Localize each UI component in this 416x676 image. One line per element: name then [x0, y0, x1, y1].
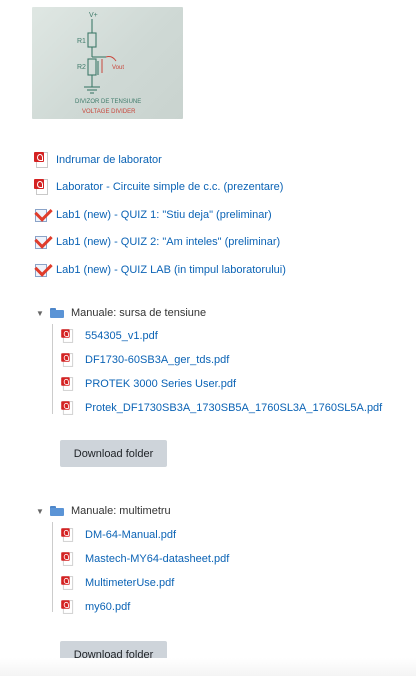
- activity-link[interactable]: Laborator - Circuite simple de c.c. (pre…: [56, 181, 283, 193]
- pdf-icon: [34, 179, 50, 195]
- pdf-icon: [61, 401, 75, 415]
- voltage-divider-sketch: V+ R1 R2 Vout DIVIZOR DE TENSIUNE VOLTAG…: [75, 12, 141, 115]
- folder-icon: [50, 506, 64, 516]
- activity-indrumar[interactable]: Indrumar de laborator: [34, 150, 162, 170]
- voltage-divider-text: VOLTAGE DIVIDER: [82, 109, 136, 115]
- file-link[interactable]: MultimeterUse.pdf: [85, 577, 174, 589]
- pdf-icon: [61, 552, 75, 566]
- activity-quiz-lab[interactable]: Lab1 (new) - QUIZ LAB (in timpul laborat…: [34, 258, 286, 280]
- file-item[interactable]: 554305_v1.pdf: [60, 328, 158, 344]
- collapse-triangle-icon[interactable]: ▼: [36, 507, 46, 516]
- folder-name: Manuale: multimetru: [71, 505, 171, 517]
- activity-link[interactable]: Indrumar de laborator: [56, 154, 162, 166]
- voltage-divider-image: V+ R1 R2 Vout DIVIZOR DE TENSIUNE VOLTAG…: [32, 7, 183, 119]
- tree-line: [52, 324, 53, 414]
- file-item[interactable]: DF1730-60SB3A_ger_tds.pdf: [60, 352, 229, 368]
- folder-icon: [50, 308, 64, 318]
- collapse-triangle-icon[interactable]: ▼: [36, 309, 46, 318]
- file-item[interactable]: my60.pdf: [60, 599, 130, 615]
- activity-link[interactable]: Lab1 (new) - QUIZ 1: "Stiu deja" (prelim…: [56, 209, 272, 221]
- tree-line: [52, 522, 53, 612]
- pdf-icon: [61, 576, 75, 590]
- quiz-icon: [34, 258, 53, 278]
- page-bottom-fade: [0, 658, 416, 676]
- pdf-icon: [61, 528, 75, 542]
- r2-text: R2: [77, 64, 86, 71]
- folder-multimetru[interactable]: ▼ Manuale: multimetru: [36, 503, 171, 519]
- pdf-icon: [61, 377, 75, 391]
- vplus-text: V+: [89, 12, 98, 19]
- file-link[interactable]: DM-64-Manual.pdf: [85, 529, 176, 541]
- activity-link[interactable]: Lab1 (new) - QUIZ LAB (in timpul laborat…: [56, 264, 286, 276]
- folder-name: Manuale: sursa de tensiune: [71, 307, 207, 319]
- quiz-icon: [34, 203, 53, 223]
- divizor-text: DIVIZOR DE TENSIUNE: [75, 99, 141, 105]
- activity-laborator[interactable]: Laborator - Circuite simple de c.c. (pre…: [34, 177, 283, 197]
- folder-sursa-de-tensiune[interactable]: ▼ Manuale: sursa de tensiune: [36, 305, 206, 321]
- activity-link[interactable]: Lab1 (new) - QUIZ 2: "Am inteles" (preli…: [56, 236, 280, 248]
- file-item[interactable]: MultimeterUse.pdf: [60, 575, 174, 591]
- download-folder-button[interactable]: Download folder: [60, 440, 167, 467]
- vout-text: Vout: [112, 65, 124, 71]
- file-item[interactable]: Protek_DF1730SB3A_1730SB5A_1760SL3A_1760…: [60, 400, 382, 416]
- pdf-icon: [61, 353, 75, 367]
- file-link[interactable]: my60.pdf: [85, 601, 130, 613]
- pdf-icon: [61, 600, 75, 614]
- file-link[interactable]: PROTEK 3000 Series User.pdf: [85, 378, 236, 390]
- file-link[interactable]: 554305_v1.pdf: [85, 330, 158, 342]
- file-link[interactable]: Protek_DF1730SB3A_1730SB5A_1760SL3A_1760…: [85, 402, 382, 414]
- pdf-icon: [34, 152, 50, 168]
- activity-quiz-2[interactable]: Lab1 (new) - QUIZ 2: "Am inteles" (preli…: [34, 230, 280, 252]
- activity-quiz-1[interactable]: Lab1 (new) - QUIZ 1: "Stiu deja" (prelim…: [34, 203, 272, 225]
- file-item[interactable]: DM-64-Manual.pdf: [60, 527, 176, 543]
- pdf-icon: [61, 329, 75, 343]
- file-link[interactable]: DF1730-60SB3A_ger_tds.pdf: [85, 354, 229, 366]
- file-item[interactable]: Mastech-MY64-datasheet.pdf: [60, 551, 229, 567]
- quiz-icon: [34, 230, 53, 250]
- file-item[interactable]: PROTEK 3000 Series User.pdf: [60, 376, 236, 392]
- r1-text: R1: [77, 38, 86, 45]
- file-link[interactable]: Mastech-MY64-datasheet.pdf: [85, 553, 229, 565]
